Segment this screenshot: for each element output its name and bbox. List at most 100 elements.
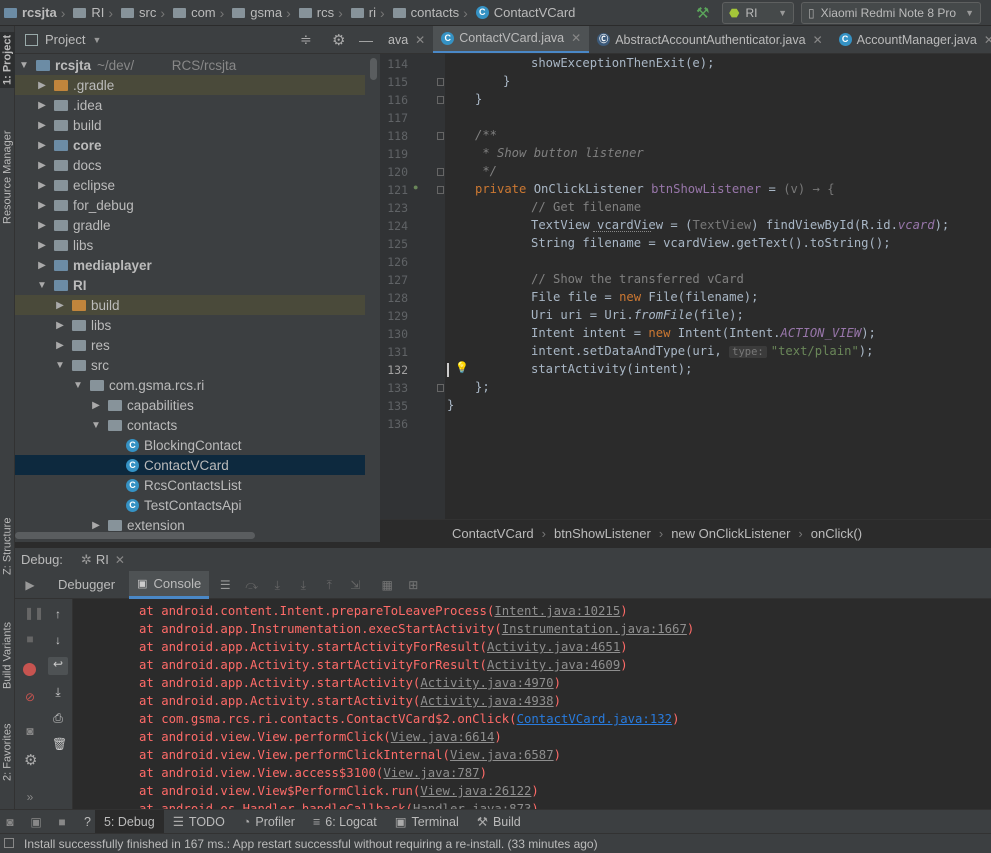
chevron-right-icon[interactable]: ▶ [54, 320, 66, 331]
force-step-into-icon[interactable]: ⤓ [297, 579, 309, 591]
device-select[interactable]: ▯ Xiaomi Redmi Note 8 Pro ▼ [801, 2, 981, 24]
chevron-right-icon[interactable]: ▶ [54, 340, 66, 351]
tool-window-icon[interactable] [4, 838, 14, 848]
minimize-icon[interactable]: — [359, 32, 373, 48]
editor-tab[interactable]: Ⓒ AbstractAccountAuthenticator.java ✕ [589, 26, 830, 53]
tab-resource-manager[interactable]: Resource Manager [0, 122, 15, 232]
breadcrumb-item[interactable]: rcs › [295, 5, 347, 21]
tab-structure[interactable]: Z: Structure [0, 506, 15, 586]
tree-item[interactable]: ▶ libs [15, 315, 365, 335]
print-icon[interactable]: ⎙ [52, 712, 64, 724]
chevron-down-icon[interactable]: ▼ [72, 380, 84, 391]
tree-item[interactable]: ▶ gradle [15, 215, 365, 235]
breadcrumb-item[interactable]: C ContactVCard [472, 5, 575, 20]
tree-item[interactable]: ▶ mediaplayer [15, 255, 365, 275]
rerun-icon[interactable]: ▶ [24, 579, 36, 591]
step-out-icon[interactable]: ⤒ [323, 579, 335, 591]
chevron-right-icon[interactable]: ▶ [36, 180, 48, 191]
expand-icon[interactable]: » [24, 791, 36, 803]
build-hammer-icon[interactable]: ⚒ [696, 4, 709, 22]
tree-item[interactable]: ▶ for_debug [15, 195, 365, 215]
fold-marker-icon[interactable] [437, 384, 444, 392]
source-link[interactable]: View.java:26122 [420, 784, 531, 798]
override-icon[interactable]: ● [413, 182, 418, 192]
source-link[interactable]: View.java:6587 [450, 748, 554, 762]
step-over-icon[interactable]: ⤼ [245, 579, 258, 591]
close-icon[interactable]: ✕ [571, 31, 581, 45]
gear-icon[interactable]: ⚙ [332, 31, 345, 49]
breakpoints-icon[interactable] [23, 663, 36, 676]
vertical-scrollbar[interactable] [370, 58, 377, 80]
breadcrumb-item[interactable]: gsma › [228, 5, 294, 21]
tree-item[interactable]: ▼ contacts [15, 415, 365, 435]
source-link[interactable]: ContactVCard.java:132 [517, 712, 672, 726]
camera-icon[interactable]: ◙ [24, 725, 36, 737]
chevron-right-icon[interactable]: ▶ [36, 80, 48, 91]
bottom-tab[interactable]: ◔ Profiler [234, 810, 304, 834]
run-to-cursor-icon[interactable]: ⇲ [349, 579, 361, 591]
breadcrumb-item[interactable]: contacts › [389, 5, 472, 21]
tree-item[interactable]: ▶ build [15, 295, 365, 315]
source-link[interactable]: Activity.java:4970 [420, 676, 553, 690]
tab-favorites[interactable]: 2: Favorites [0, 716, 15, 788]
tab-project[interactable]: 1: Project [0, 32, 15, 88]
chevron-right-icon[interactable]: ▶ [90, 400, 102, 411]
bottom-tab[interactable]: ⚒ Build [468, 810, 530, 834]
tree-item[interactable]: C TestContactsApi [15, 495, 365, 515]
source-link[interactable]: Activity.java:4938 [420, 694, 553, 708]
fold-marker-icon[interactable] [437, 78, 444, 86]
breadcrumb-item[interactable]: src › [117, 5, 169, 21]
tab-console[interactable]: ▣ Console [129, 570, 210, 599]
chevron-right-icon[interactable]: ▶ [36, 120, 48, 131]
arrow-up-icon[interactable]: ↑ [52, 608, 64, 620]
project-view-select[interactable]: Project [45, 32, 85, 47]
source-link[interactable]: Instrumentation.java:1667 [502, 622, 687, 636]
tree-item[interactable]: ▶ libs [15, 235, 365, 255]
source-link[interactable]: Intent.java:10215 [494, 604, 620, 618]
tab-build-variants[interactable]: Build Variants [0, 610, 15, 700]
editor-breadcrumb-item[interactable]: ContactVCard [452, 526, 534, 541]
close-icon[interactable]: ✕ [984, 33, 991, 47]
chevron-right-icon[interactable]: ▶ [90, 520, 102, 531]
evaluate-icon[interactable]: ⊞ [407, 579, 419, 591]
chevron-right-icon[interactable]: ▶ [36, 140, 48, 151]
close-icon[interactable]: ✕ [115, 553, 125, 567]
chevron-down-icon[interactable]: ▼ [54, 360, 66, 371]
bottom-tab[interactable]: 5: Debug [94, 809, 164, 834]
source-link[interactable]: Handler.java:873 [413, 802, 531, 809]
tree-item[interactable]: C ContactVCard [15, 455, 365, 475]
pause-icon[interactable]: ❚❚ [24, 607, 44, 619]
layout-icon[interactable]: ▣ [30, 816, 42, 828]
scroll-to-end-icon[interactable]: ⤓ [52, 686, 64, 698]
run-config-select[interactable]: ⬣ RI ▼ [722, 2, 794, 24]
close-icon[interactable]: ✕ [415, 33, 425, 47]
stop-icon[interactable]: ■ [56, 816, 68, 828]
editor-tab[interactable]: C ContactVCard.java ✕ [433, 26, 590, 53]
bottom-tab[interactable]: ▣ Terminal [386, 810, 468, 834]
lightbulb-icon[interactable]: 💡 [455, 361, 469, 374]
tree-item[interactable]: ▼ com.gsma.rcs.ri [15, 375, 365, 395]
tree-item[interactable]: C RcsContactsList [15, 475, 365, 495]
breadcrumb-item[interactable]: ri › [347, 5, 389, 21]
editor-breadcrumb-item[interactable]: btnShowListener [554, 526, 651, 541]
bottom-tab[interactable]: ☰ TODO [164, 810, 234, 834]
tree-item[interactable]: ▶ .idea [15, 95, 365, 115]
fold-marker-icon[interactable] [437, 186, 444, 194]
console-output[interactable]: at android.content.Intent.prepareToLeave… [73, 599, 991, 809]
editor-breadcrumb-item[interactable]: new OnClickListener [671, 526, 790, 541]
help-icon[interactable]: ? [84, 815, 91, 829]
tree-item[interactable]: ▶ res [15, 335, 365, 355]
chevron-right-icon[interactable]: ▶ [36, 100, 48, 111]
chevron-down-icon[interactable]: ▼ [90, 420, 102, 431]
tree-item[interactable]: ▶ eclipse [15, 175, 365, 195]
mute-breakpoints-icon[interactable]: ⊘ [24, 691, 36, 703]
source-link[interactable]: View.java:6614 [391, 730, 495, 744]
close-icon[interactable]: ✕ [813, 33, 823, 47]
editor-tab[interactable]: C AccountManager.java ✕ [831, 26, 991, 53]
gear-icon[interactable]: ⚙ [24, 753, 37, 768]
chevron-down-icon[interactable]: ▼ [18, 60, 30, 71]
chevron-down-icon[interactable]: ▼ [36, 280, 48, 291]
soft-wrap-icon[interactable]: ↩ [48, 657, 68, 675]
tree-item[interactable]: ▶ build [15, 115, 365, 135]
tree-item[interactable]: ▶ docs [15, 155, 365, 175]
